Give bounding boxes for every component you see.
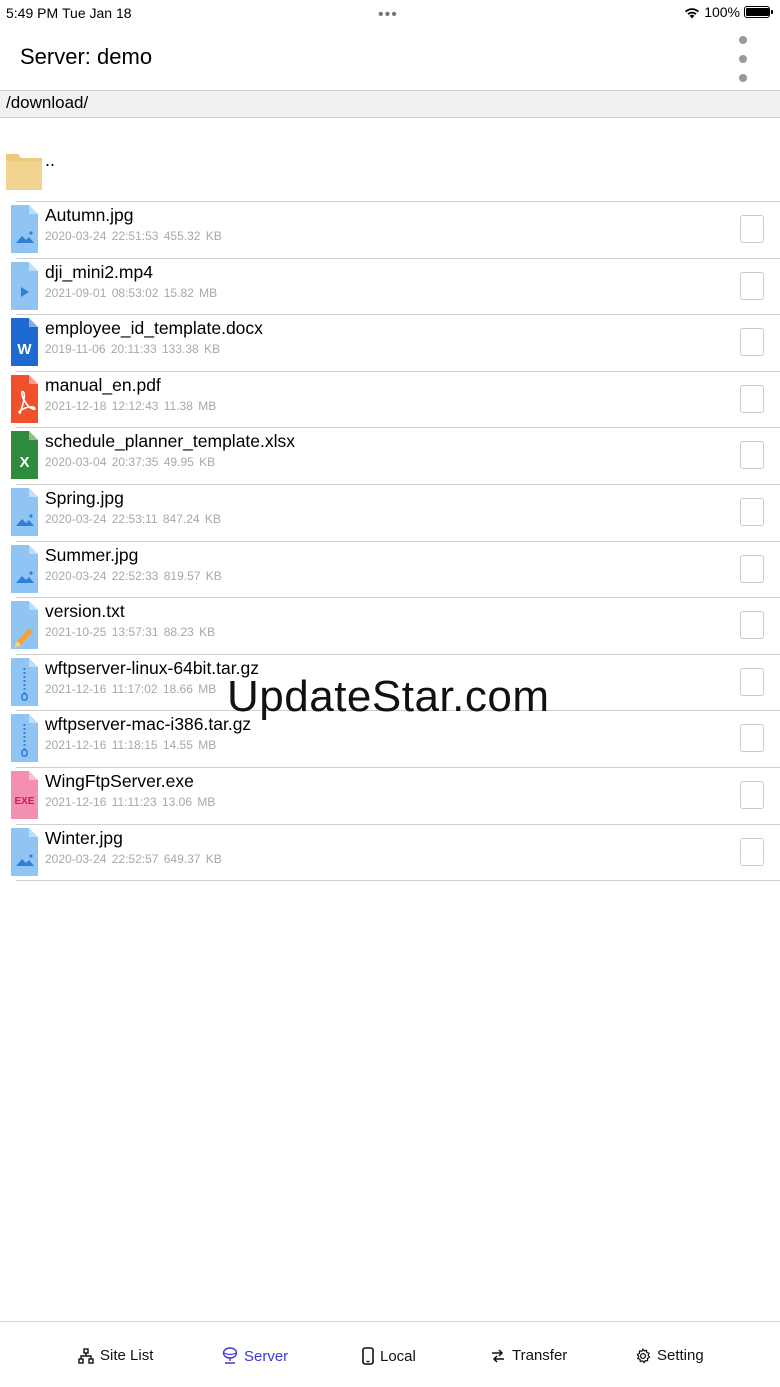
svg-text:EXE: EXE <box>14 796 34 807</box>
select-checkbox[interactable] <box>740 328 764 357</box>
select-checkbox[interactable] <box>740 837 764 866</box>
server-icon <box>222 1347 238 1364</box>
file-row[interactable]: version.txt 2021-10-25 13:57:31 88.23 KB <box>11 598 780 655</box>
excel-file-icon: X <box>11 431 38 480</box>
image-file-icon <box>11 487 38 536</box>
multitasking-dots-icon[interactable]: ••• <box>378 6 398 24</box>
gear-icon <box>636 1347 651 1363</box>
archive-file-icon <box>11 714 38 763</box>
file-name: version.txt <box>45 601 125 622</box>
file-row[interactable]: Wemployee_id_template.docx 2019-11-06 20:… <box>11 315 780 372</box>
select-checkbox[interactable] <box>740 497 764 526</box>
select-checkbox[interactable] <box>740 554 764 583</box>
file-name: manual_en.pdf <box>45 374 161 395</box>
select-checkbox[interactable] <box>740 441 764 470</box>
parent-directory-label: .. <box>45 150 56 170</box>
tab-local[interactable]: Local <box>362 1347 416 1365</box>
file-row[interactable]: Spring.jpg 2020-03-24 22:53:11 847.24 KB <box>11 485 780 542</box>
file-meta: 2020-03-24 22:52:57 649.37 KB <box>45 851 222 866</box>
word-file-icon: W <box>11 318 38 367</box>
file-meta: 2020-03-24 22:51:53 455.32 KB <box>45 229 222 243</box>
select-checkbox[interactable] <box>740 780 764 809</box>
pdf-file-icon <box>11 374 38 423</box>
file-name: Summer.jpg <box>45 544 139 565</box>
status-date: Tue Jan 18 <box>62 5 132 21</box>
file-row[interactable]: EXE WingFtpServer.exe 2021-12-16 11:11:23 … <box>11 768 780 825</box>
file-name: Autumn.jpg <box>45 205 134 225</box>
wifi-icon <box>685 7 700 18</box>
file-meta: 2021-12-16 11:18:15 14.55 MB <box>45 738 217 753</box>
file-name: Winter.jpg <box>45 827 123 848</box>
file-row[interactable]: Autumn.jpg 2020-03-24 22:51:53 455.32 KB <box>11 202 780 259</box>
phone-icon <box>362 1347 374 1365</box>
select-checkbox[interactable] <box>740 384 764 413</box>
svg-text:W: W <box>17 341 32 358</box>
image-file-icon <box>11 205 38 253</box>
file-meta: 2020-03-04 20:37:35 49.95 KB <box>45 455 216 470</box>
file-meta: 2020-03-24 22:52:33 819.57 KB <box>45 568 222 583</box>
image-file-icon <box>11 544 38 593</box>
page-title: Server: demo <box>20 44 153 69</box>
file-row[interactable]: manual_en.pdf 2021-12-18 12:12:43 11.38 M… <box>11 372 780 429</box>
sitemap-icon <box>78 1347 94 1364</box>
tab-bar: Site List Server Local Transfer Setting <box>0 1321 780 1387</box>
current-path: /download/ <box>0 90 780 118</box>
file-meta: 2021-12-16 11:17:02 18.66 MB <box>45 681 217 696</box>
tab-server[interactable]: Server <box>222 1347 288 1365</box>
file-meta: 2021-12-16 11:11:23 13.06 MB <box>45 794 216 809</box>
tab-label: Setting <box>657 1347 704 1364</box>
image-file-icon <box>11 827 38 876</box>
file-meta: 2021-10-25 13:57:31 88.23 KB <box>45 625 216 640</box>
file-row[interactable]: Xschedule_planner_template.xlsx 2020-03-0… <box>11 428 780 485</box>
exe-file-icon: EXE <box>11 770 38 819</box>
navigation-bar: Server: demo <box>0 28 780 90</box>
file-row[interactable]: Winter.jpg 2020-03-24 22:52:57 649.37 KB <box>11 825 780 882</box>
parent-directory-row[interactable]: .. <box>6 146 780 202</box>
status-indicators: 100% <box>684 4 773 20</box>
file-row[interactable]: dji_mini2.mp4 2021-09-01 08:53:02 15.82 M… <box>11 259 780 316</box>
file-name: employee_id_template.docx <box>45 318 263 339</box>
transfer-icon <box>492 1348 504 1363</box>
archive-file-icon <box>11 657 38 706</box>
file-meta: 2019-11-06 20:11:33 133.38 KB <box>45 342 221 357</box>
status-bar: 5:49 PM Tue Jan 18 ••• 100% <box>0 0 780 28</box>
watermark: UpdateStar.com <box>227 672 550 721</box>
status-time: 5:49 PM <box>6 5 59 21</box>
folder-icon <box>6 154 42 190</box>
file-row[interactable]: Summer.jpg 2020-03-24 22:52:33 819.57 KB <box>11 542 780 599</box>
more-vertical-icon[interactable] <box>732 34 754 84</box>
tab-label: Local <box>380 1347 416 1365</box>
tab-label: Transfer <box>512 1347 568 1364</box>
tab-label: Server <box>244 1347 289 1365</box>
file-name: schedule_planner_template.xlsx <box>45 431 296 452</box>
text-file-icon <box>11 601 38 650</box>
select-checkbox[interactable] <box>740 215 764 243</box>
tab-site-list[interactable]: Site List <box>78 1347 153 1364</box>
file-name: dji_mini2.mp4 <box>45 261 153 282</box>
video-file-icon <box>11 261 38 310</box>
file-meta: 2021-12-18 12:12:43 11.38 MB <box>45 398 217 413</box>
select-checkbox[interactable] <box>740 724 764 753</box>
select-checkbox[interactable] <box>740 667 764 696</box>
file-name: WingFtpServer.exe <box>45 770 194 791</box>
file-name: wftpserver-mac-i386.tar.gz <box>45 714 252 735</box>
file-meta: 2021-09-01 08:53:02 15.82 MB <box>45 285 218 300</box>
select-checkbox[interactable] <box>740 611 764 640</box>
tab-setting[interactable]: Setting <box>635 1347 704 1364</box>
file-list: .. Autumn.jpg 2020-03-24 22:51:53 455.32 … <box>0 146 780 882</box>
tab-transfer[interactable]: Transfer <box>490 1347 567 1364</box>
file-name: Spring.jpg <box>45 487 124 508</box>
svg-text:X: X <box>19 454 29 471</box>
select-checkbox[interactable] <box>740 271 764 300</box>
battery-percent: 100% <box>704 4 740 20</box>
tab-label: Site List <box>100 1347 154 1364</box>
file-meta: 2020-03-24 22:53:11 847.24 KB <box>45 511 221 526</box>
battery-icon <box>744 6 773 18</box>
